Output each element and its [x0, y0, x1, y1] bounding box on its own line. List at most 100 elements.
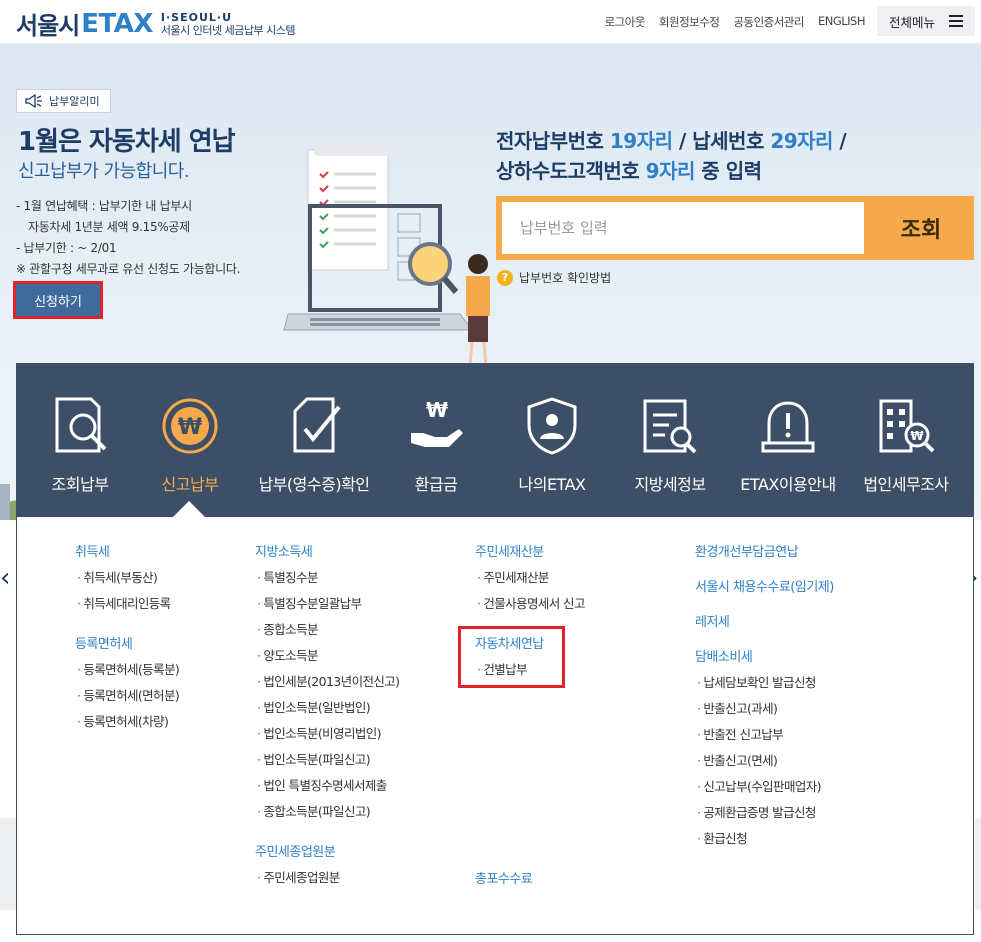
- menu-label: 지방세정보: [634, 475, 706, 494]
- logo-slogan: I·SEOUL·U: [160, 10, 233, 24]
- hero-subtitle: 신고납부가 가능합니다.: [18, 161, 190, 182]
- title-text: / 납세번호: [672, 129, 771, 153]
- detail-line: - 1월 연납혜택 : 납부기한 내 납부시: [16, 199, 192, 213]
- submenu-item[interactable]: 취득세(부동산): [77, 567, 158, 586]
- menu-label: 법인세무조사: [863, 475, 949, 494]
- menu-label: 납부(영수증)확인: [258, 475, 370, 494]
- search-button[interactable]: 조회: [868, 196, 974, 260]
- submenu-item[interactable]: 반출신고(면세): [697, 750, 778, 769]
- english-link[interactable]: ENGLISH: [818, 14, 866, 30]
- active-menu-caret: [172, 501, 206, 518]
- menu-etax-guide[interactable]: ETAX이용안내: [730, 363, 846, 517]
- submenu-item[interactable]: 공제환급증명 발급신청: [697, 802, 816, 821]
- megaphone-icon: [25, 94, 42, 108]
- submenu-item[interactable]: 법인 특별징수명세서제출: [257, 775, 387, 794]
- menu-corporate-audit[interactable]: ₩ 법인세무조사: [848, 363, 964, 517]
- search-title-line2: 상하수도고객번호 9자리 중 입력: [496, 156, 846, 186]
- submenu-heading[interactable]: 레저세: [695, 611, 730, 630]
- detail-line: 자동차세 1년분 세액 9.15%공제: [28, 220, 190, 234]
- search-title: 전자납부번호 19자리 / 납세번호 29자리 / 상하수도고객번호 9자리 중…: [496, 126, 847, 186]
- menu-local-tax-info[interactable]: 지방세정보: [612, 363, 728, 517]
- background-strip: [975, 818, 981, 910]
- apply-button[interactable]: 신청하기: [13, 281, 103, 319]
- alert-siren-icon: [761, 401, 815, 453]
- search-help-link[interactable]: ? 납부번호 확인방법: [497, 269, 611, 286]
- certificate-link[interactable]: 공동인증서관리: [733, 14, 804, 30]
- submenu-heading[interactable]: 지방소득세: [255, 541, 313, 560]
- menu-label: 조회납부: [51, 475, 109, 494]
- svg-text:₩: ₩: [178, 415, 202, 440]
- submenu-item[interactable]: 반출전 신고납부: [697, 724, 783, 743]
- submenu-item[interactable]: 양도소득분: [257, 645, 318, 664]
- submenu-item[interactable]: 종합소득분: [257, 619, 318, 638]
- logo-system-name: 서울시 인터넷 세금납부 시스템: [160, 23, 296, 37]
- submenu-item[interactable]: 등록면허세(면허분): [77, 685, 179, 704]
- title-highlight: 9자리: [645, 159, 696, 183]
- submenu-item[interactable]: 취득세대리인등록: [77, 593, 171, 612]
- payment-number-input[interactable]: [502, 202, 864, 254]
- menu-report-pay[interactable]: ₩ 신고납부: [132, 363, 248, 517]
- submenu-heading[interactable]: 주민세종업원분: [255, 841, 336, 860]
- search-title-line1: 전자납부번호 19자리 / 납세번호 29자리 /: [496, 126, 847, 156]
- list-search-icon: [643, 399, 697, 454]
- menu-refund[interactable]: ₩ 환급금: [378, 363, 494, 517]
- menu-label: ETAX이용안내: [740, 475, 836, 494]
- building-search-icon: ₩: [879, 399, 935, 453]
- prev-arrow-icon[interactable]: ‹: [0, 563, 10, 593]
- submenu-item[interactable]: 법인세분(2013년이전신고): [257, 671, 400, 690]
- logout-link[interactable]: 로그아웃: [605, 14, 646, 30]
- submenu-item[interactable]: 특별징수분일괄납부: [257, 593, 362, 612]
- submenu-heading[interactable]: 취득세: [75, 541, 110, 560]
- won-circle-icon: ₩: [162, 398, 218, 454]
- submenu-item[interactable]: 법인소득분(비영리법인): [257, 723, 381, 742]
- title-highlight: 29자리: [770, 129, 833, 153]
- menu-label: 나의ETAX: [518, 475, 587, 494]
- submenu-item[interactable]: 등록면허세(차량): [77, 711, 168, 730]
- menu-receipt-check[interactable]: 납부(영수증)확인: [254, 363, 374, 517]
- notice-badge-label: 납부알리미: [49, 95, 100, 108]
- logo-etax: ETAX: [81, 8, 153, 39]
- submenu-heading[interactable]: 총포수수료: [475, 868, 533, 887]
- title-text: 중 입력: [694, 159, 762, 183]
- menu-label: 신고납부: [161, 475, 219, 494]
- submenu-item[interactable]: 납세담보확인 발급신청: [697, 672, 816, 691]
- submenu-heading[interactable]: 담배소비세: [695, 646, 753, 665]
- all-menu-label: 전체메뉴: [888, 14, 935, 30]
- search-help-label: 납부번호 확인방법: [519, 271, 612, 285]
- title-text: /: [832, 129, 847, 153]
- submenu-item[interactable]: 신고납부(수입판매업자): [697, 776, 821, 795]
- submenu-item[interactable]: 법인소득분(일반법인): [257, 697, 370, 716]
- submenu-heading[interactable]: 등록면허세: [75, 633, 133, 652]
- submenu-item[interactable]: 특별징수분: [257, 567, 318, 586]
- all-menu-button[interactable]: 전체메뉴: [877, 6, 975, 36]
- title-text: 상하수도고객번호: [496, 159, 646, 183]
- submenu-item[interactable]: 환급신청: [697, 828, 747, 847]
- menu-my-etax[interactable]: 나의ETAX: [494, 363, 610, 517]
- svg-text:₩: ₩: [910, 429, 924, 443]
- submenu-heading[interactable]: 서울시 채용수수료(임기제): [695, 576, 834, 595]
- question-icon: ?: [497, 269, 513, 286]
- site-logo[interactable]: 서울시 ETAX I·SEOUL·U 서울시 인터넷 세금납부 시스템: [16, 6, 295, 41]
- laptop-illustration: [283, 146, 490, 367]
- submenu-item[interactable]: 등록면허세(등록분): [77, 659, 179, 678]
- title-highlight: 19자리: [609, 129, 673, 153]
- top-nav: 로그아웃 회원정보수정 공동인증서관리 ENGLISH: [605, 14, 866, 30]
- search-doc-icon: [55, 397, 107, 453]
- submenu-item[interactable]: 종합소득분(파일신고): [257, 801, 370, 820]
- submenu-panel: 취득세 취득세(부동산) 취득세대리인등록 등록면허세 등록면허세(등록분) 등…: [16, 517, 974, 935]
- detail-line: ※ 관할구청 세무과로 유선 신청도 가능합니다.: [16, 262, 241, 276]
- hamburger-icon: [949, 15, 963, 27]
- submenu-item[interactable]: 반출신고(과세): [697, 698, 778, 717]
- won-hand-icon: ₩: [411, 398, 463, 447]
- header: 서울시 ETAX I·SEOUL·U 서울시 인터넷 세금납부 시스템 로그아웃…: [0, 0, 981, 44]
- submenu-item[interactable]: 주민세종업원분: [257, 867, 340, 886]
- notice-badge: 납부알리미: [16, 89, 111, 113]
- main-menu-bar: 조회납부 ₩ 신고납부 납부(영수증)확인 ₩ 환급금 나의ETAX 지방세정보…: [16, 363, 974, 518]
- edit-member-link[interactable]: 회원정보수정: [659, 14, 720, 30]
- submenu-item[interactable]: 건물사용명세서 신고: [477, 593, 585, 612]
- submenu-heading[interactable]: 주민세재산분: [475, 541, 544, 560]
- menu-lookup-pay[interactable]: 조회납부: [22, 363, 138, 517]
- submenu-item[interactable]: 주민세재산분: [477, 567, 549, 586]
- submenu-item[interactable]: 법인소득분(파일신고): [257, 749, 370, 768]
- submenu-heading[interactable]: 환경개선부담금연납: [695, 541, 799, 560]
